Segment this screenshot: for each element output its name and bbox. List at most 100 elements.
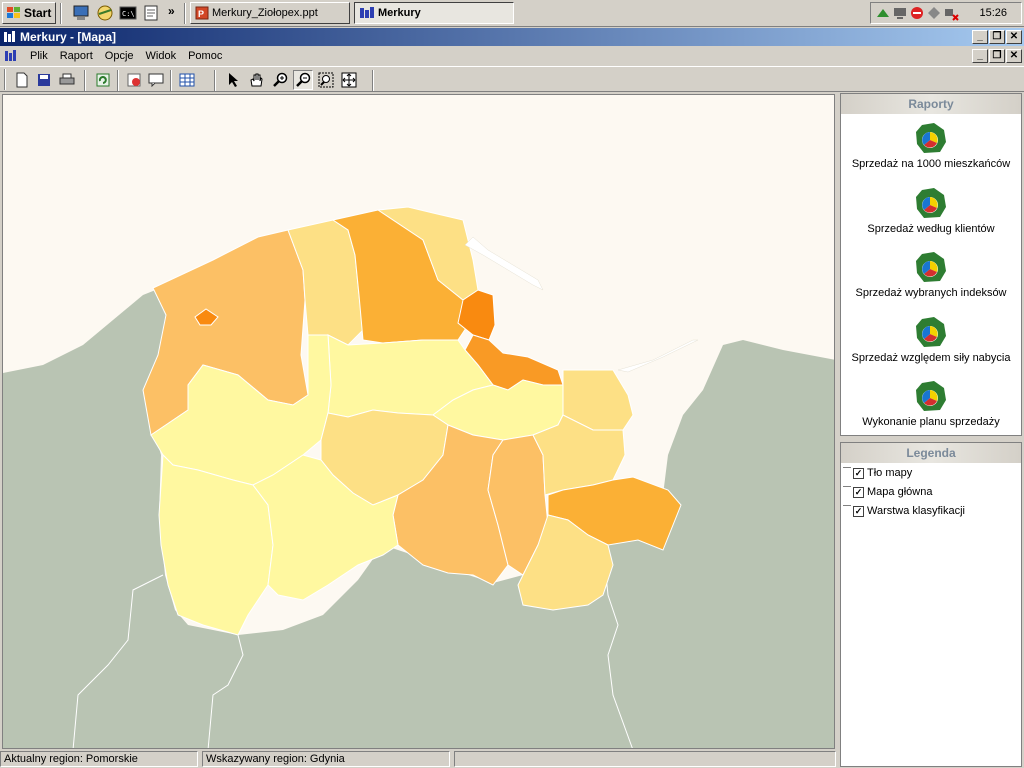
report-chart-icon xyxy=(916,381,946,411)
close-button[interactable]: ✕ xyxy=(1006,30,1022,44)
my-computer-icon[interactable] xyxy=(72,4,90,22)
powerpoint-file-icon: P xyxy=(195,6,209,20)
report-item[interactable]: Sprzedaż według klientów xyxy=(841,187,1021,235)
zoom-window-icon[interactable] xyxy=(316,70,336,90)
merkury-app-icon xyxy=(4,31,15,42)
svg-text:C:\: C:\ xyxy=(122,10,135,18)
save-icon[interactable] xyxy=(34,70,54,90)
tree-line xyxy=(843,505,851,506)
toolbar-separator xyxy=(84,70,86,91)
report-chart-icon xyxy=(916,252,946,282)
internet-explorer-icon[interactable] xyxy=(96,4,114,22)
legend-item-main-map[interactable]: ✓ Mapa główna xyxy=(843,484,932,500)
task-label: Merkury_Ziołopex.ppt xyxy=(212,7,318,19)
status-pointed-region: Wskazywany region: Gdynia xyxy=(202,751,450,767)
print-icon[interactable] xyxy=(57,70,77,90)
taskbar-separator xyxy=(60,3,62,24)
taskbar-separator xyxy=(184,3,186,24)
reports-panel: Raporty Sprzedaż na 1000 mieszkańców Spr… xyxy=(840,93,1022,436)
pointer-icon[interactable] xyxy=(223,70,243,90)
zoom-out-icon[interactable] xyxy=(293,70,313,90)
menu-pomoc[interactable]: Pomoc xyxy=(182,50,228,62)
comment-icon[interactable] xyxy=(146,70,166,90)
report-chart-icon xyxy=(916,123,946,153)
refresh-icon[interactable] xyxy=(93,70,113,90)
start-label: Start xyxy=(24,6,52,20)
network-icon[interactable] xyxy=(875,5,891,21)
report-label: Sprzedaż wybranych indeksów xyxy=(855,287,1007,299)
report-item[interactable]: Sprzedaż względem siły nabycia xyxy=(841,316,1021,364)
status-bar: Aktualny region: Pomorskie Wskazywany re… xyxy=(0,750,836,768)
command-prompt-icon[interactable]: C:\ xyxy=(119,4,137,22)
doc-close-button[interactable]: ✕ xyxy=(1006,49,1022,63)
report-label: Sprzedaż względem siły nabycia xyxy=(851,352,1011,364)
legend-item-classification-layer[interactable]: ✓ Warstwa klasyfikacji xyxy=(843,503,965,519)
menu-raport[interactable]: Raport xyxy=(54,50,99,62)
legend-checkbox[interactable]: ✓ xyxy=(853,486,864,498)
tree-line xyxy=(843,467,851,468)
task-button-merkury[interactable]: Merkury xyxy=(354,2,514,24)
map-canvas[interactable] xyxy=(3,95,835,749)
start-button[interactable]: Start xyxy=(2,2,56,24)
delete-icon[interactable] xyxy=(124,70,144,90)
toolbar-grip xyxy=(4,69,6,90)
antivirus-icon[interactable] xyxy=(909,5,925,21)
zoom-extent-icon[interactable] xyxy=(339,70,359,90)
status-current-region: Aktualny region: Pomorskie xyxy=(0,751,198,767)
legend-item-map-background[interactable]: ✓ Tło mapy xyxy=(843,465,912,481)
new-icon[interactable] xyxy=(12,70,32,90)
svg-text:P: P xyxy=(198,9,204,19)
side-panel: Raporty Sprzedaż na 1000 mieszkańców Spr… xyxy=(838,93,1024,768)
legend-label: Mapa główna xyxy=(867,486,933,498)
map-view[interactable] xyxy=(2,94,835,749)
toolbar-separator xyxy=(117,70,119,91)
menu-widok[interactable]: Widok xyxy=(140,50,183,62)
windows-logo-icon xyxy=(7,7,20,18)
monitor-icon[interactable] xyxy=(892,5,908,21)
system-tray: 15:26 xyxy=(870,2,1022,24)
report-item[interactable]: Sprzedaż wybranych indeksów xyxy=(841,251,1021,299)
report-item[interactable]: Sprzedaż na 1000 mieszkańców xyxy=(841,122,1021,170)
report-label: Sprzedaż na 1000 mieszkańców xyxy=(851,158,1011,170)
tree-line xyxy=(843,486,851,487)
menu-opcje[interactable]: Opcje xyxy=(99,50,140,62)
report-chart-icon xyxy=(916,317,946,347)
report-label: Wykonanie planu sprzedaży xyxy=(862,416,1000,428)
legend-checkbox[interactable]: ✓ xyxy=(853,505,864,517)
toolbar-separator xyxy=(214,70,216,91)
clock[interactable]: 15:26 xyxy=(979,7,1007,19)
document-icon[interactable] xyxy=(4,49,18,63)
menu-plik[interactable]: Plik xyxy=(24,50,54,62)
toolbar-separator xyxy=(372,70,374,91)
legend-checkbox[interactable]: ✓ xyxy=(853,467,864,479)
restore-button[interactable]: ❐ xyxy=(989,30,1005,44)
taskbar: Start C:\ » P Merkury_Ziołopex.ppt Merku… xyxy=(0,0,1024,27)
toolbar-separator xyxy=(170,70,172,91)
task-button-ppt[interactable]: P Merkury_Ziołopex.ppt xyxy=(190,2,350,24)
toolbar xyxy=(0,66,1024,92)
doc-minimize-button[interactable]: _ xyxy=(972,49,988,63)
doc-restore-button[interactable]: ❐ xyxy=(989,49,1005,63)
reports-panel-title: Raporty xyxy=(841,94,1021,114)
map-vistula-spit xyxy=(617,339,699,373)
menu-bar: Plik Raport Opcje Widok Pomoc xyxy=(0,46,1024,66)
table-icon[interactable] xyxy=(177,70,197,90)
window-titlebar[interactable]: Merkury - [Mapa] xyxy=(0,28,1024,46)
legend-panel-title: Legenda xyxy=(841,443,1021,463)
security-icon[interactable] xyxy=(926,5,942,21)
legend-panel: Legenda ✓ Tło mapy ✓ Mapa główna ✓ Warst… xyxy=(840,442,1022,767)
zoom-in-icon[interactable] xyxy=(270,70,290,90)
report-chart-icon xyxy=(916,188,946,218)
quicklaunch-chevron[interactable]: » xyxy=(168,4,175,18)
status-empty-pane xyxy=(454,751,836,767)
minimize-button[interactable]: _ xyxy=(972,30,988,44)
hand-icon[interactable] xyxy=(246,70,266,90)
network-disconnected-icon[interactable] xyxy=(943,5,959,21)
report-item[interactable]: Wykonanie planu sprzedaży xyxy=(841,380,1021,428)
task-label: Merkury xyxy=(378,7,421,19)
merkury-app-icon xyxy=(360,7,374,18)
report-label: Sprzedaż według klientów xyxy=(867,223,995,235)
window-title: Merkury - [Mapa] xyxy=(20,30,117,44)
notepad-icon[interactable] xyxy=(142,4,160,22)
legend-label: Warstwa klasyfikacji xyxy=(867,505,965,517)
